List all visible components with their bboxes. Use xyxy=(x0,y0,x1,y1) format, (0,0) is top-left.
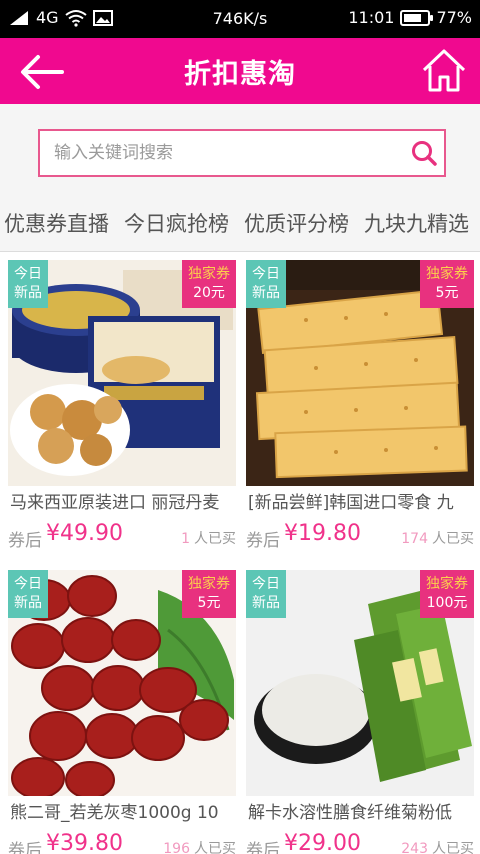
coupon-tag: 独家券 xyxy=(188,266,230,282)
search-box xyxy=(38,129,446,177)
new-badge: 今日 新品 xyxy=(8,570,48,618)
tab-nine-nine[interactable]: 九块九精选 xyxy=(364,208,469,238)
coupon-tag: 独家券 xyxy=(426,576,468,592)
product-name[interactable]: [新品尝鲜]韩国进口零食 九 xyxy=(248,488,474,513)
price-row: 券后 ¥29.00 243 人已买 xyxy=(246,831,474,854)
new-badge-line1: 今日 xyxy=(252,576,280,592)
product-name[interactable]: 解卡水溶性膳食纤维菊粉低 xyxy=(248,798,474,823)
new-badge-line1: 今日 xyxy=(14,266,42,282)
sold-suffix: 人已买 xyxy=(194,841,236,854)
product-card[interactable]: 今日 新品 独家券 100元 解卡水溶性膳食纤维菊粉低 券后 ¥29.00 24… xyxy=(246,562,474,854)
search-icon[interactable] xyxy=(410,139,438,167)
category-tabs: 优惠券直播 今日疯抢榜 优质评分榜 九块九精选 xyxy=(0,190,480,252)
new-badge-line2: 新品 xyxy=(14,595,42,611)
product-price: ¥29.00 xyxy=(284,831,361,854)
battery-percent: 77% xyxy=(436,8,472,27)
product-price: ¥19.80 xyxy=(284,521,361,546)
product-price: ¥49.90 xyxy=(46,521,123,546)
new-badge: 今日 新品 xyxy=(246,260,286,308)
product-name[interactable]: 马来西亚原装进口 丽冠丹麦 xyxy=(10,488,236,513)
search-input[interactable] xyxy=(54,139,404,167)
sold-suffix: 人已买 xyxy=(194,531,236,547)
app-bar: 折扣惠淘 xyxy=(0,38,480,104)
new-badge-line2: 新品 xyxy=(252,285,280,301)
tab-today-hot[interactable]: 今日疯抢榜 xyxy=(124,208,229,238)
sold-suffix: 人已买 xyxy=(432,531,474,547)
sold-suffix: 人已买 xyxy=(432,841,474,854)
price-prefix: 券后 xyxy=(246,531,280,551)
sold-count: 243 xyxy=(401,841,428,854)
product-grid: 今日 新品 独家券 20元 马来西亚原装进口 丽冠丹麦 券后 ¥49.90 1人… xyxy=(0,252,480,854)
tab-coupon-live[interactable]: 优惠券直播 xyxy=(4,208,109,238)
product-card[interactable]: 今日 新品 独家券 5元 [新品尝鲜]韩国进口零食 九 券后 ¥19.80 17… xyxy=(246,252,474,552)
new-badge: 今日 新品 xyxy=(8,260,48,308)
sold-info: 174 人已买 xyxy=(401,528,474,548)
status-right: 11:01 77% xyxy=(348,8,472,27)
search-area xyxy=(0,104,480,190)
coupon-value: 20元 xyxy=(193,285,225,301)
new-badge-line1: 今日 xyxy=(252,266,280,282)
home-button[interactable] xyxy=(420,46,468,94)
page-title: 折扣惠淘 xyxy=(184,59,296,90)
sold-count: 196 xyxy=(163,841,190,854)
coupon-badge: 独家券 20元 xyxy=(182,260,236,308)
clock: 11:01 xyxy=(348,8,395,27)
coupon-value: 5元 xyxy=(435,285,459,301)
sold-count: 174 xyxy=(401,531,428,547)
tab-top-rated[interactable]: 优质评分榜 xyxy=(244,208,349,238)
coupon-tag: 独家券 xyxy=(188,576,230,592)
coupon-tag: 独家券 xyxy=(426,266,468,282)
product-price: ¥39.80 xyxy=(46,831,123,854)
battery-level xyxy=(404,13,422,22)
coupon-value: 100元 xyxy=(426,595,468,611)
price-row: 券后 ¥49.90 1 人已买 xyxy=(8,521,236,554)
sold-info: 196 人已买 xyxy=(163,838,236,854)
sold-count: 1 xyxy=(181,531,190,547)
sold-info: 1 人已买 xyxy=(181,528,236,548)
new-badge-line2: 新品 xyxy=(252,595,280,611)
new-badge: 今日 新品 xyxy=(246,570,286,618)
status-bar: 4G 746K/s 11:01 77% xyxy=(0,0,480,38)
battery-icon xyxy=(400,9,434,26)
home-icon xyxy=(422,49,466,92)
price-row: 券后 ¥19.80 174 人已买 xyxy=(246,521,474,554)
price-prefix: 券后 xyxy=(8,841,42,854)
price-row: 券后 ¥39.80 196 人已买 xyxy=(8,831,236,854)
coupon-badge: 独家券 100元 xyxy=(420,570,474,618)
price-prefix: 券后 xyxy=(8,531,42,551)
coupon-value: 5元 xyxy=(197,595,221,611)
product-name[interactable]: 熊二哥_若羌灰枣1000g 10 xyxy=(10,798,236,823)
new-badge-line2: 新品 xyxy=(14,285,42,301)
coupon-badge: 独家券 5元 xyxy=(420,260,474,308)
price-prefix: 券后 xyxy=(246,841,280,854)
product-card[interactable]: 今日 新品 独家券 20元 马来西亚原装进口 丽冠丹麦 券后 ¥49.90 1人… xyxy=(8,252,236,552)
new-badge-line1: 今日 xyxy=(14,576,42,592)
coupon-badge: 独家券 5元 xyxy=(182,570,236,618)
product-card[interactable]: 今日 新品 独家券 5元 熊二哥_若羌灰枣1000g 10 券后 ¥39.80 … xyxy=(8,562,236,854)
sold-info: 243 人已买 xyxy=(401,838,474,854)
